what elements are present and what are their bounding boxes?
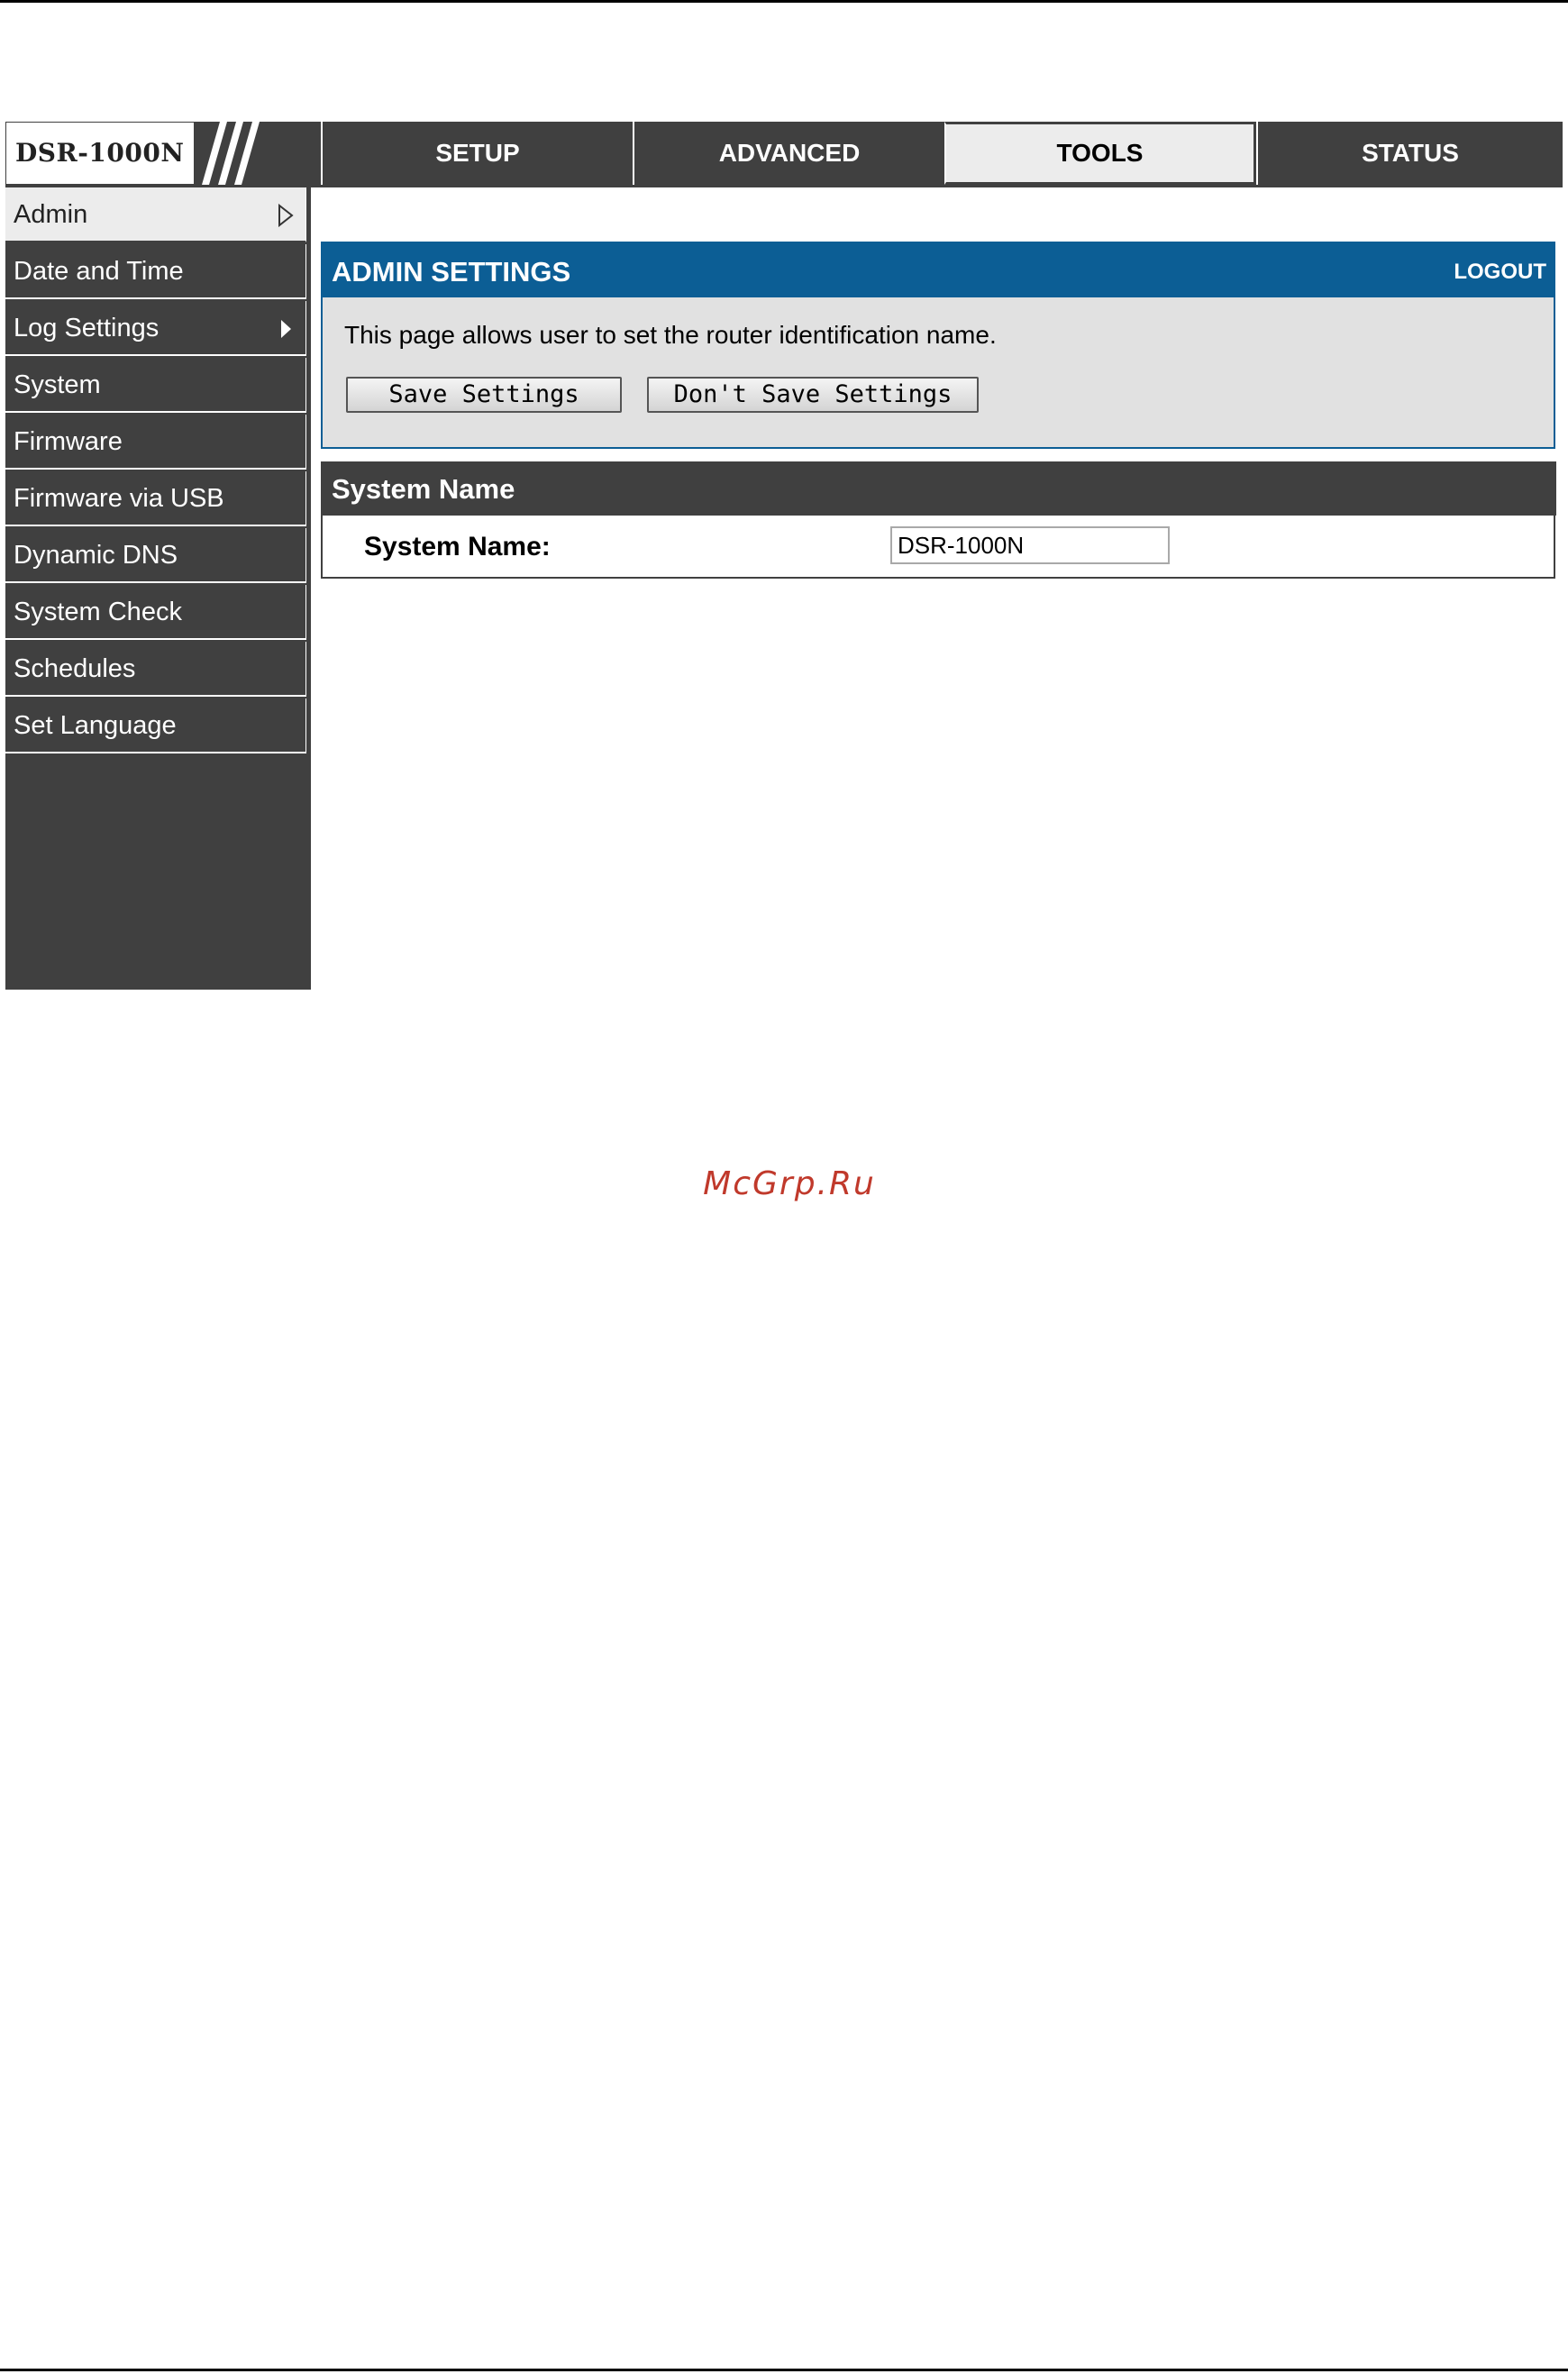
page-description: This page allows user to set the router … — [344, 321, 997, 349]
brand-box: DSR-1000N — [5, 122, 195, 185]
watermark-text: McGrp.Ru — [703, 1165, 876, 1202]
sidebar-item-label: Dynamic DNS — [14, 541, 178, 570]
brand-model-label: DSR-1000N — [15, 138, 185, 168]
sidebar-item-admin[interactable]: Admin — [5, 187, 306, 242]
top-navigation: DSR-1000N SETUP ADVANCED TOOLS STATUS — [5, 122, 1563, 185]
sidebar-item-label: System — [14, 370, 101, 399]
tab-advanced[interactable]: ADVANCED — [633, 122, 944, 185]
system-name-section-body: System Name: — [321, 516, 1555, 579]
system-name-input[interactable] — [890, 526, 1170, 564]
sidebar-item-set-language[interactable]: Set Language — [5, 699, 306, 753]
tab-status[interactable]: STATUS — [1256, 122, 1563, 185]
system-name-section-header: System Name — [321, 461, 1556, 516]
page-title: ADMIN SETTINGS — [332, 256, 571, 288]
sidebar-item-label: Date and Time — [14, 257, 184, 286]
sidebar-item-firmware-via-usb[interactable]: Firmware via USB — [5, 471, 306, 526]
panel-header: ADMIN SETTINGS LOGOUT — [323, 243, 1554, 297]
sidebar-item-label: System Check — [14, 598, 182, 626]
top-page-rule — [0, 0, 1568, 3]
sidebar-item-label: Admin — [14, 200, 88, 229]
sidebar-item-firmware[interactable]: Firmware — [5, 415, 306, 470]
system-name-label: System Name: — [364, 532, 551, 562]
sidebar-item-date-and-time[interactable]: Date and Time — [5, 244, 306, 299]
admin-settings-panel: ADMIN SETTINGS LOGOUT This page allows u… — [321, 242, 1555, 449]
dont-save-settings-button[interactable]: Don't Save Settings — [647, 377, 979, 413]
sidebar-item-system[interactable]: System — [5, 358, 306, 413]
logout-link[interactable]: LOGOUT — [1454, 260, 1546, 285]
sidebar-item-label: Firmware — [14, 427, 123, 456]
sidebar-item-log-settings[interactable]: Log Settings — [5, 301, 306, 356]
sidebar-item-dynamic-dns[interactable]: Dynamic DNS — [5, 528, 306, 583]
sidebar-item-schedules[interactable]: Schedules — [5, 642, 306, 697]
sidebar-item-label: Schedules — [14, 654, 136, 683]
triangle-right-filled-icon — [281, 320, 291, 338]
brand-slashes-icon — [202, 122, 260, 185]
triangle-right-outline-icon — [278, 204, 294, 227]
bottom-page-rule — [0, 2369, 1568, 2371]
tab-tools[interactable]: TOOLS — [944, 122, 1256, 185]
section-title: System Name — [332, 473, 515, 505]
sidebar-item-label: Set Language — [14, 711, 177, 740]
save-settings-button[interactable]: Save Settings — [346, 377, 622, 413]
tab-setup[interactable]: SETUP — [321, 122, 633, 185]
sidebar: Admin Date and Time Log Settings System … — [5, 187, 311, 990]
sidebar-item-label: Firmware via USB — [14, 484, 224, 513]
sidebar-item-system-check[interactable]: System Check — [5, 585, 306, 640]
sidebar-item-label: Log Settings — [14, 314, 160, 342]
